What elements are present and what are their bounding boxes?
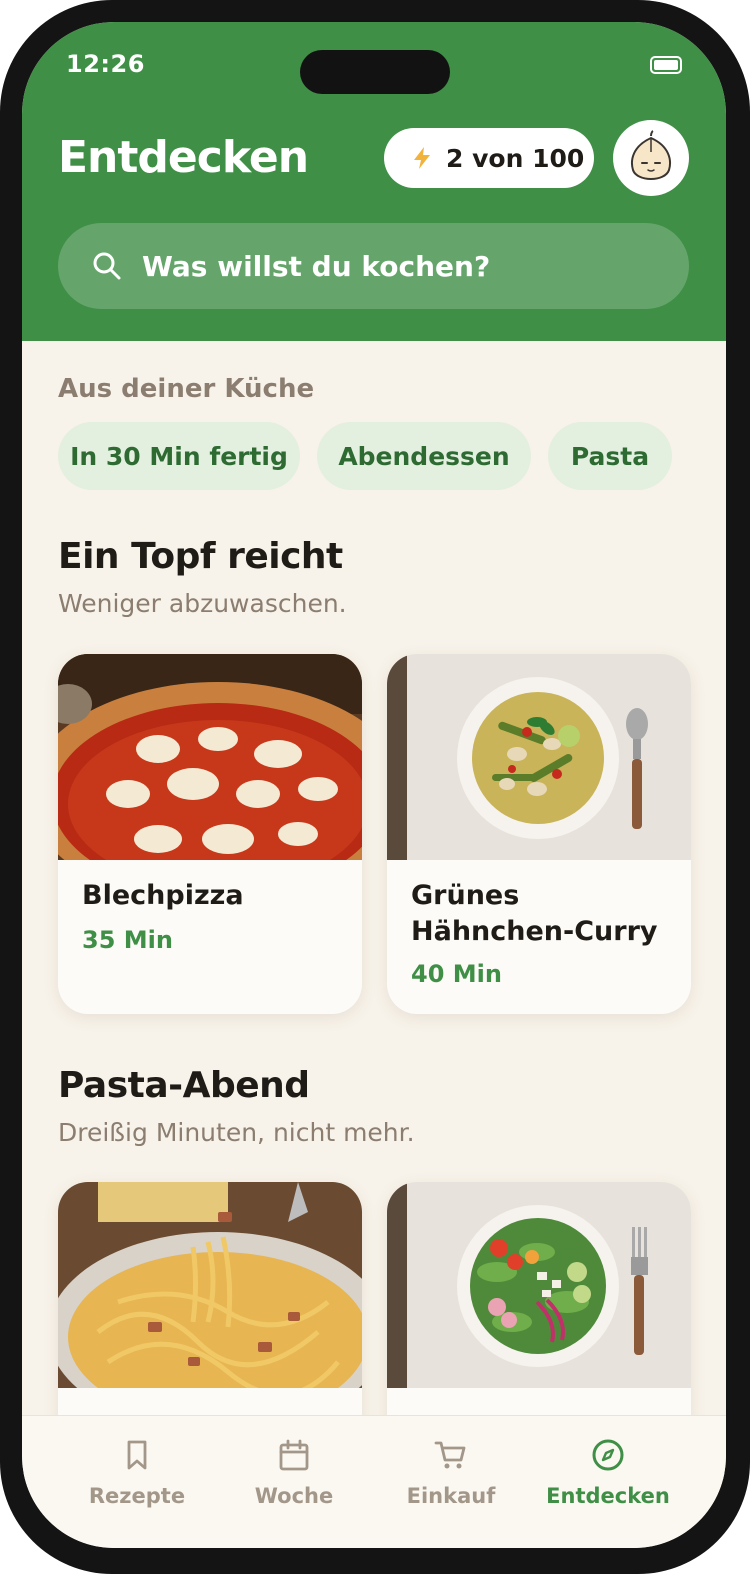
cart-icon: [434, 1441, 466, 1469]
tab-label: Einkauf: [406, 1484, 496, 1508]
search-bar[interactable]: Was willst du kochen?: [58, 223, 689, 309]
chip-30-min[interactable]: In 30 Min fertig: [58, 422, 300, 490]
page-title: Entdecken: [58, 132, 309, 183]
carbonara-photo: [58, 1182, 362, 1388]
status-time: 12:26: [66, 50, 145, 78]
avatar[interactable]: [613, 120, 689, 196]
recipe-title: Grünes Hähnchen-Curry: [411, 880, 658, 947]
app-screen: 12:26 Entdecken 2 von 100 Was willst du …: [22, 22, 726, 1548]
phone-frame: 12:26 Entdecken 2 von 100 Was willst du …: [0, 0, 750, 1574]
tab-label: Woche: [254, 1484, 334, 1508]
recipe-card[interactable]: Grünes Hähnchen-Curry 40 Min: [387, 654, 691, 1014]
tab-label: Rezepte: [88, 1484, 186, 1508]
recipe-time: 35 Min: [82, 926, 173, 954]
quota-badge[interactable]: 2 von 100: [384, 128, 594, 188]
tab-label: Entdecken: [546, 1484, 670, 1508]
kitchen-label: Aus deiner Küche: [58, 374, 315, 404]
tab-einkauf[interactable]: Einkauf: [376, 1438, 526, 1528]
search-icon: [93, 252, 121, 280]
lightning-icon: [414, 147, 430, 169]
section-title: Pasta-Abend: [58, 1065, 310, 1106]
salad-photo: [387, 1182, 691, 1388]
tab-woche[interactable]: Woche: [219, 1438, 369, 1528]
compass-icon: [592, 1439, 624, 1471]
chip-pasta[interactable]: Pasta: [548, 422, 672, 490]
header: 12:26 Entdecken 2 von 100 Was willst du …: [22, 22, 726, 341]
section-subtitle: Weniger abzuwaschen.: [58, 589, 347, 618]
onion-mascot-icon: [631, 130, 671, 180]
tab-entdecken[interactable]: Entdecken: [533, 1438, 683, 1528]
bookmark-icon: [127, 1440, 147, 1470]
calendar-icon: [279, 1439, 309, 1471]
recipe-card[interactable]: Blechpizza 35 Min: [58, 654, 362, 1014]
recipe-title: Blechpizza: [82, 880, 244, 911]
battery-icon: [650, 56, 682, 74]
dynamic-island: [300, 50, 450, 94]
search-placeholder: Was willst du kochen?: [142, 249, 491, 283]
section-title: Ein Topf reicht: [58, 536, 343, 577]
section-subtitle: Dreißig Minuten, nicht mehr.: [58, 1118, 415, 1147]
tab-rezepte[interactable]: Rezepte: [62, 1438, 212, 1528]
pizza-photo: [58, 654, 362, 860]
recipe-time: 40 Min: [411, 960, 502, 988]
curry-photo: [387, 654, 691, 860]
tab-bar: Rezepte Woche Einkauf Entdecken: [22, 1415, 726, 1548]
chip-abendessen[interactable]: Abendessen: [317, 422, 531, 490]
quota-text: 2 von 100: [446, 143, 585, 173]
